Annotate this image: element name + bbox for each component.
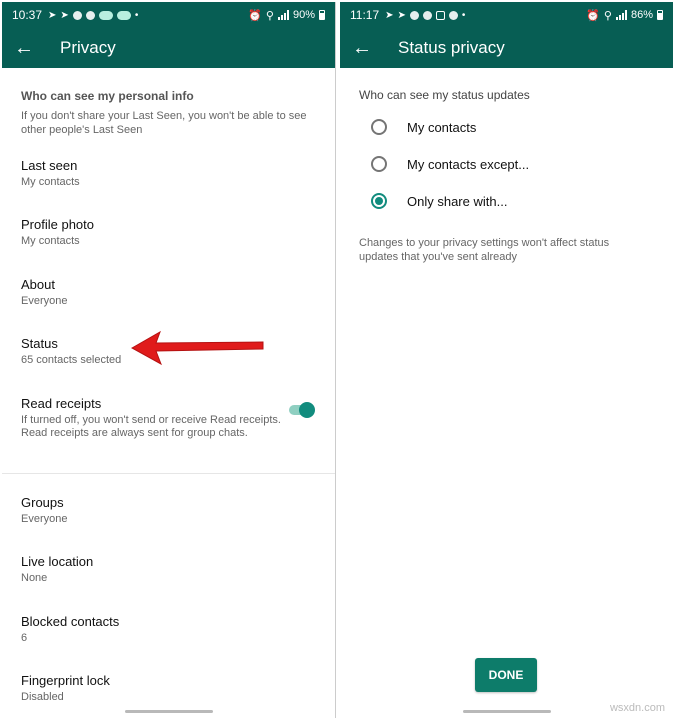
app-icon	[448, 10, 458, 20]
option-label: Only share with...	[407, 193, 508, 209]
setting-value: Everyone	[21, 295, 68, 307]
radio-button[interactable]	[371, 156, 387, 172]
system-icons: ⏰ ⚲ 90%	[248, 9, 325, 22]
setting-title: About	[21, 277, 55, 292]
setting-title: Read receipts	[21, 396, 102, 411]
location-icon: ⚲	[603, 9, 612, 22]
battery-icon	[319, 10, 325, 20]
section-description: If you don't share your Last Seen, you w…	[21, 110, 307, 136]
setting-value: Disabled	[21, 691, 64, 703]
status-bar: 11:17 ➤ ➤ • ⏰ ⚲ 86%	[340, 2, 673, 28]
setting-blocked-contacts[interactable]: Blocked contacts 6	[2, 606, 335, 658]
dot-icon: •	[461, 9, 466, 21]
page-title: Status privacy	[398, 38, 505, 57]
chat-icon	[409, 10, 419, 20]
notification-icons: ➤ ➤ •	[48, 10, 138, 21]
status-bar: 10:37 ➤ ➤ • ⏰ ⚲ 90%	[2, 2, 335, 28]
setting-title: Last seen	[21, 158, 78, 173]
battery-percent: 90%	[292, 9, 315, 21]
chat-icon	[85, 10, 95, 20]
option-label: My contacts except...	[407, 156, 530, 172]
status-privacy-screen: 11:17 ➤ ➤ • ⏰ ⚲ 86% ← Status privacy Who…	[340, 2, 673, 718]
status-time: 10:37	[12, 8, 43, 22]
setting-title: Profile photo	[21, 217, 94, 232]
setting-value: 6	[21, 632, 28, 644]
chat-icon	[422, 10, 432, 20]
radio-button-selected[interactable]	[371, 193, 387, 209]
setting-title: Fingerprint lock	[21, 673, 110, 688]
privacy-note: Changes to your privacy settings won't a…	[359, 237, 610, 263]
setting-live-location[interactable]: Live location None	[2, 546, 335, 598]
gesture-nav-bar[interactable]	[462, 710, 551, 713]
gesture-nav-bar[interactable]	[124, 710, 213, 713]
signal-icon	[277, 10, 289, 20]
done-button[interactable]: DONE	[475, 658, 537, 692]
instagram-icon	[435, 10, 445, 20]
privacy-list: Who can see my personal info If you don'…	[2, 68, 335, 718]
option-my-contacts[interactable]: My contacts	[340, 110, 673, 144]
notification-icons: ➤ ➤ •	[385, 10, 465, 21]
setting-value: My contacts	[21, 235, 80, 247]
setting-about[interactable]: About Everyone	[2, 269, 335, 321]
section-header: Who can see my personal info	[21, 89, 194, 103]
send-icon: ➤	[385, 9, 394, 21]
setting-last-seen[interactable]: Last seen My contacts	[2, 150, 335, 202]
setting-value: 65 contacts selected	[21, 354, 122, 366]
dot-icon: •	[134, 9, 139, 21]
setting-groups[interactable]: Groups Everyone	[2, 487, 335, 539]
battery-icon	[657, 10, 663, 20]
location-icon: ⚲	[265, 9, 274, 22]
send-icon: ➤	[60, 9, 69, 21]
app-bar: ← Status privacy	[340, 28, 673, 68]
option-label: My contacts	[407, 119, 477, 135]
toggle-knob	[299, 402, 315, 418]
setting-title: Status	[21, 336, 58, 351]
back-arrow-icon[interactable]: ←	[2, 28, 46, 68]
setting-profile-photo[interactable]: Profile photo My contacts	[2, 209, 335, 261]
divider	[2, 473, 335, 474]
setting-value: My contacts	[21, 176, 80, 188]
watermark: wsxdn.com	[609, 702, 665, 714]
radio-button[interactable]	[371, 119, 387, 135]
back-arrow-icon[interactable]: ←	[340, 28, 384, 68]
send-icon: ➤	[48, 9, 57, 21]
setting-title: Live location	[21, 554, 94, 569]
app-icon	[98, 10, 113, 20]
annotation-arrow	[130, 330, 264, 366]
setting-value: None	[21, 572, 48, 584]
send-icon: ➤	[397, 9, 406, 21]
signal-icon	[615, 10, 627, 20]
battery-percent: 86%	[630, 9, 653, 21]
option-my-contacts-except[interactable]: My contacts except...	[340, 147, 673, 181]
app-icon	[116, 10, 131, 20]
read-receipts-toggle[interactable]	[287, 402, 315, 418]
setting-description: If turned off, you won't send or receive…	[21, 414, 281, 439]
page-title: Privacy	[60, 38, 116, 57]
setting-title: Blocked contacts	[21, 614, 120, 629]
alarm-icon: ⏰	[248, 9, 262, 22]
app-bar: ← Privacy	[2, 28, 335, 68]
setting-read-receipts[interactable]: Read receipts If turned off, you won't s…	[2, 388, 335, 464]
setting-title: Groups	[21, 495, 64, 510]
status-time: 11:17	[350, 8, 380, 22]
chat-icon	[72, 10, 82, 20]
section-header: Who can see my status updates	[359, 88, 530, 102]
setting-value: Everyone	[21, 513, 68, 525]
option-only-share-with[interactable]: Only share with...	[340, 184, 673, 218]
system-icons: ⏰ ⚲ 86%	[586, 9, 663, 22]
status-privacy-options: Who can see my status updates My contact…	[340, 68, 673, 718]
alarm-icon: ⏰	[586, 9, 600, 22]
